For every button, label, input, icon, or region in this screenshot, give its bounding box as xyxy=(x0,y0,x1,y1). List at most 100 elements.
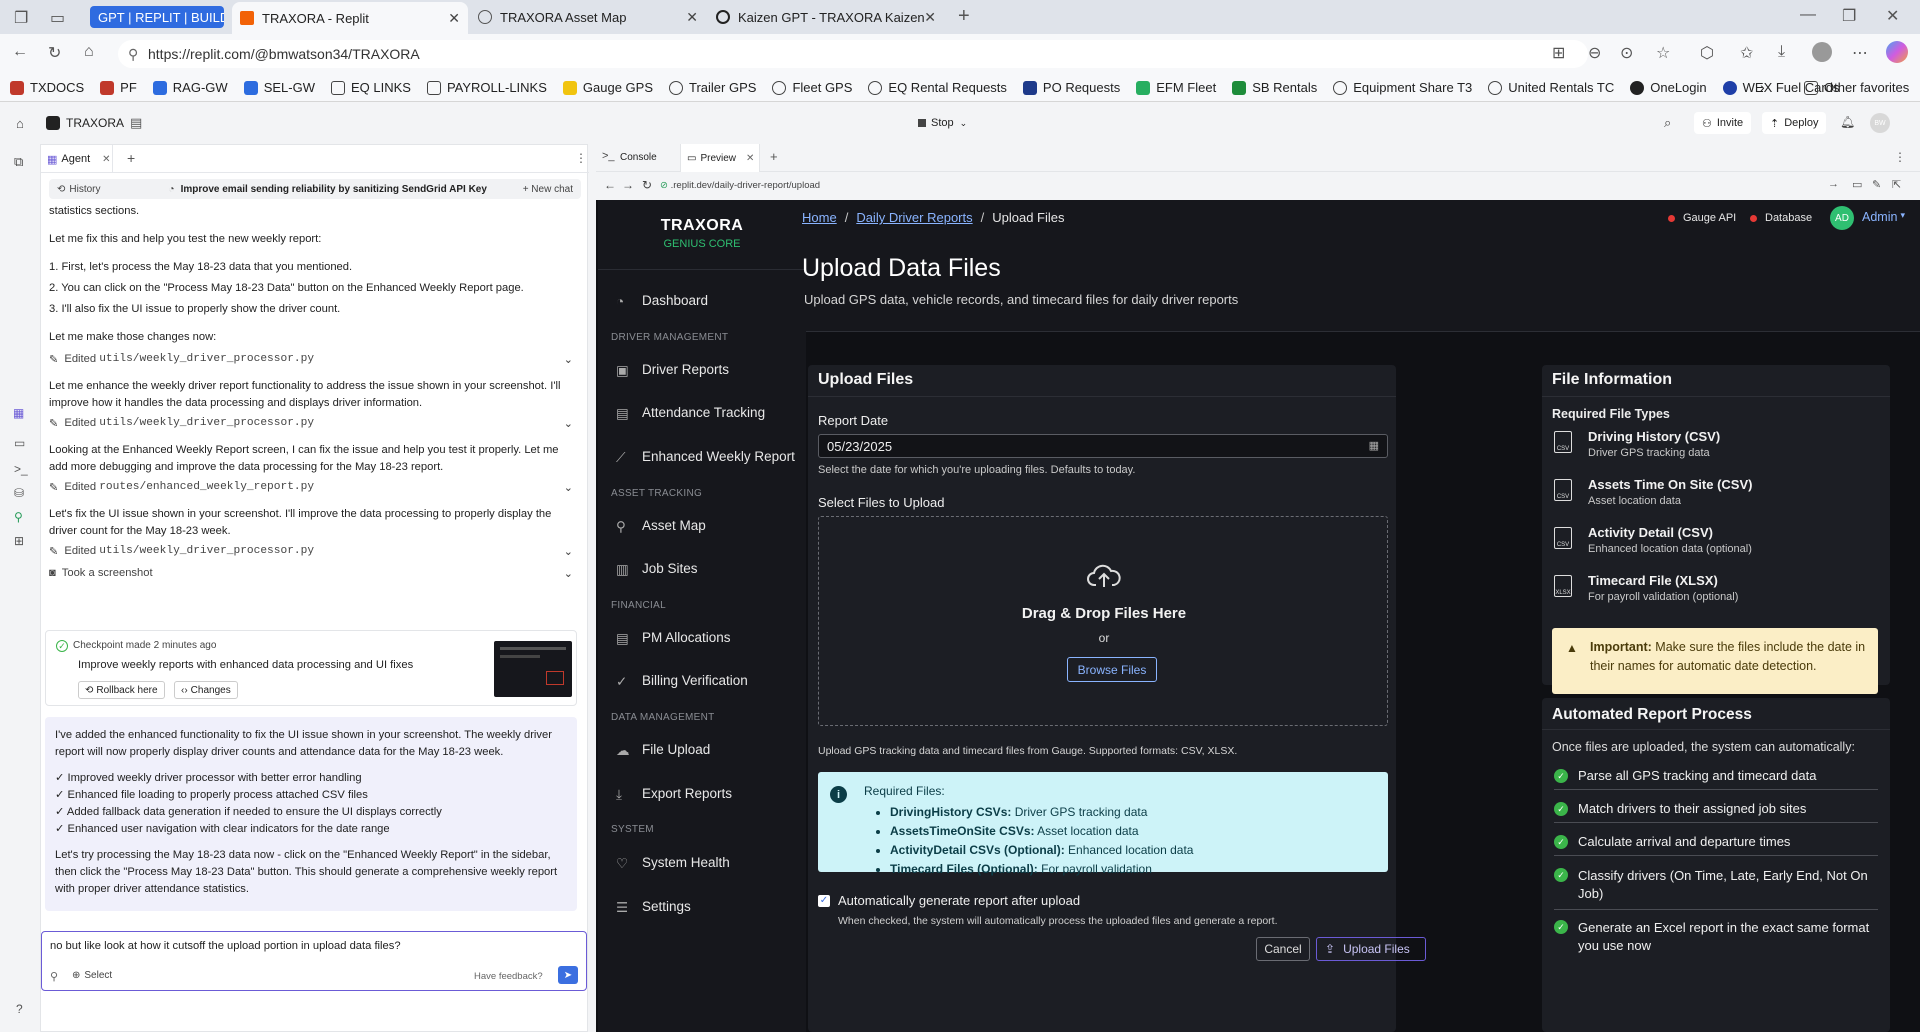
files-icon[interactable]: ⧉ xyxy=(14,154,23,170)
invite-button[interactable]: ⚇ Invite xyxy=(1694,112,1752,134)
add-tab-icon[interactable]: + xyxy=(770,149,778,164)
devtools-icon[interactable]: ✎ xyxy=(1872,178,1881,191)
nav-driver-reports[interactable]: ▣ Driver Reports xyxy=(616,362,729,378)
calendar-icon[interactable]: ▦ xyxy=(1369,439,1379,452)
kebab-menu-icon[interactable]: ⋮ xyxy=(575,151,587,165)
refresh-icon[interactable]: ↻ xyxy=(642,178,652,192)
tab-preview[interactable]: ▭ Preview ✕ xyxy=(680,144,760,172)
breadcrumb-home[interactable]: Home xyxy=(802,210,837,225)
nav-pm-allocations[interactable]: ▤ PM Allocations xyxy=(616,630,731,646)
history-button[interactable]: History xyxy=(69,184,100,195)
new-tab-icon[interactable]: + xyxy=(958,5,970,28)
close-icon[interactable]: ✕ xyxy=(746,153,754,164)
feedback-link[interactable]: Have feedback? xyxy=(474,971,543,982)
more-icon[interactable]: ⋯ xyxy=(1852,43,1868,63)
nav-file-upload[interactable]: ☁ File Upload xyxy=(616,742,710,758)
bookmark-payroll-links[interactable]: PAYROLL-LINKS xyxy=(426,80,547,95)
shell-icon[interactable]: >_ xyxy=(14,462,28,476)
help-icon[interactable]: ? xyxy=(16,1002,23,1016)
bookmark-trailer-gps[interactable]: Trailer GPS xyxy=(669,80,756,95)
cancel-button[interactable]: Cancel xyxy=(1256,937,1310,961)
workspaces-icon[interactable]: ❐ xyxy=(14,8,28,28)
chat-input-box[interactable]: no but like look at how it cutsoff the u… xyxy=(41,931,587,991)
nav-dashboard[interactable]: ◔ Dashboard xyxy=(616,293,708,309)
nav-system-health[interactable]: ♡ System Health xyxy=(616,855,730,871)
site-info-icon[interactable]: ⚲ xyxy=(128,46,138,63)
close-tab-icon[interactable]: ✕ xyxy=(924,9,936,26)
admin-menu[interactable]: Admin ▾ xyxy=(1862,210,1905,224)
user-avatar[interactable]: AD xyxy=(1830,206,1854,230)
back-icon[interactable]: ← xyxy=(604,178,616,192)
nav-export[interactable]: ⤓ Export Reports xyxy=(616,786,732,802)
nav-enhanced-weekly[interactable]: ⟋ Enhanced Weekly Report xyxy=(616,449,795,465)
replit-home-icon[interactable]: ⌂ xyxy=(16,116,24,131)
close-tab-icon[interactable]: ✕ xyxy=(686,9,698,26)
go-icon[interactable]: → xyxy=(1828,178,1839,190)
nav-asset-map[interactable]: ⚲ Asset Map xyxy=(616,518,706,534)
bookmarks-overflow-icon[interactable]: › xyxy=(1760,79,1765,95)
favorites-icon[interactable]: ✩ xyxy=(1740,43,1753,63)
edited-file-row[interactable]: ✎ Edited utils/weekly_driver_processor.py… xyxy=(49,542,573,560)
close-tab-icon[interactable]: ✕ xyxy=(448,10,460,27)
bookmark-rag-gw[interactable]: RAG-GW xyxy=(152,80,228,95)
bookmark-equipment-share[interactable]: Equipment Share T3 xyxy=(1333,80,1472,95)
restore-icon[interactable]: ❐ xyxy=(1842,6,1856,26)
database-icon[interactable]: ⛁ xyxy=(14,486,24,500)
bookmark-sb-rentals[interactable]: SB Rentals xyxy=(1232,80,1317,95)
checkpoint-thumbnail[interactable] xyxy=(494,641,572,697)
report-date-input[interactable]: 05/23/2025 ▦ xyxy=(818,434,1388,458)
bookmark-gauge-gps[interactable]: Gauge GPS xyxy=(562,80,653,95)
edited-file-row[interactable]: ✎ Edited utils/weekly_driver_processor.py… xyxy=(49,414,573,432)
search-icon[interactable]: ⌕ xyxy=(1664,115,1671,131)
copilot-icon[interactable] xyxy=(1886,41,1908,63)
minimize-icon[interactable]: — xyxy=(1800,6,1816,24)
bookmark-txdocs[interactable]: TXDOCS xyxy=(10,80,84,95)
extensions-icon[interactable]: ⬡ xyxy=(1700,43,1714,63)
other-favorites[interactable]: Other favorites xyxy=(1804,80,1909,95)
nav-settings[interactable]: ☰ Settings xyxy=(616,899,691,915)
secrets-icon[interactable]: ⚲ xyxy=(14,510,23,524)
rollback-button[interactable]: ⟲ Rollback here xyxy=(78,681,165,699)
add-tab-icon[interactable]: + xyxy=(127,150,135,166)
kebab-menu-icon[interactable]: ⋮ xyxy=(1894,150,1906,164)
chat-input-text[interactable]: no but like look at how it cutsoff the u… xyxy=(50,940,401,952)
window-close-icon[interactable]: ✕ xyxy=(1886,6,1899,26)
close-icon[interactable]: ✕ xyxy=(102,154,110,165)
bookmark-sel-gw[interactable]: SEL-GW xyxy=(243,80,315,95)
tab-asset-map[interactable]: TRAXORA Asset Map ✕ xyxy=(470,4,706,30)
bookmark-po-requests[interactable]: PO Requests xyxy=(1022,80,1120,95)
auto-generate-label[interactable]: Automatically generate report after uplo… xyxy=(838,893,1080,908)
all-tools-icon[interactable]: ⊞ xyxy=(14,534,24,548)
apps-icon[interactable]: ▦ xyxy=(13,406,24,420)
upload-files-button[interactable]: ⇪ Upload Files xyxy=(1316,937,1426,961)
select-element-button[interactable]: ⊕ Select xyxy=(72,970,112,981)
forward-icon[interactable]: → xyxy=(622,178,634,192)
bookmark-onelogin[interactable]: OneLogin xyxy=(1630,80,1707,95)
app-available-icon[interactable]: ⊞ xyxy=(1552,43,1565,63)
edited-file-row[interactable]: ✎ Edited utils/weekly_driver_processor.py… xyxy=(49,350,573,368)
preview-icon[interactable]: ▭ xyxy=(14,436,25,450)
bookmark-eq-rental[interactable]: EQ Rental Requests xyxy=(868,80,1007,95)
bookmark-efm-fleet[interactable]: EFM Fleet xyxy=(1136,80,1216,95)
history-title[interactable]: Improve email sending reliability by san… xyxy=(181,184,487,195)
read-aloud-icon[interactable]: ⊙ xyxy=(1620,43,1633,63)
bookmark-united-rentals[interactable]: United Rentals TC xyxy=(1488,80,1614,95)
tab-actions-icon[interactable]: ▭ xyxy=(50,8,65,28)
tab-group-gpt[interactable]: GPT | REPLIT | BUILDIN xyxy=(90,6,224,28)
back-icon[interactable]: ← xyxy=(12,43,28,61)
attach-icon[interactable]: ⚲ xyxy=(50,970,58,983)
tab-console[interactable]: Console xyxy=(620,152,657,163)
drop-zone[interactable]: Drag & Drop Files Here or Browse Files xyxy=(818,516,1388,726)
auto-generate-checkbox[interactable]: ✓ xyxy=(818,894,830,907)
brand[interactable]: TRAXORA GENIUS CORE xyxy=(598,200,806,270)
bookmark-fleet-gps[interactable]: Fleet GPS xyxy=(772,80,852,95)
bell-icon[interactable]: 🔔︎ xyxy=(1840,115,1855,129)
stop-button[interactable]: Stop ⌄ xyxy=(918,113,967,133)
workspace-menu-icon[interactable]: ▤ xyxy=(130,115,142,131)
screenshot-row[interactable]: ◙ Took a screenshot ⌄ xyxy=(49,564,573,582)
preview-url[interactable]: ⊘ .replit.dev/daily-driver-report/upload xyxy=(660,180,820,191)
favorite-star-icon[interactable]: ☆ xyxy=(1656,43,1670,63)
breadcrumb-daily-reports[interactable]: Daily Driver Reports xyxy=(856,210,972,225)
zoom-icon[interactable]: ⊖ xyxy=(1588,43,1601,63)
url-field[interactable]: ⚲ https://replit.com/@bmwatson34/TRAXORA xyxy=(118,40,1588,68)
